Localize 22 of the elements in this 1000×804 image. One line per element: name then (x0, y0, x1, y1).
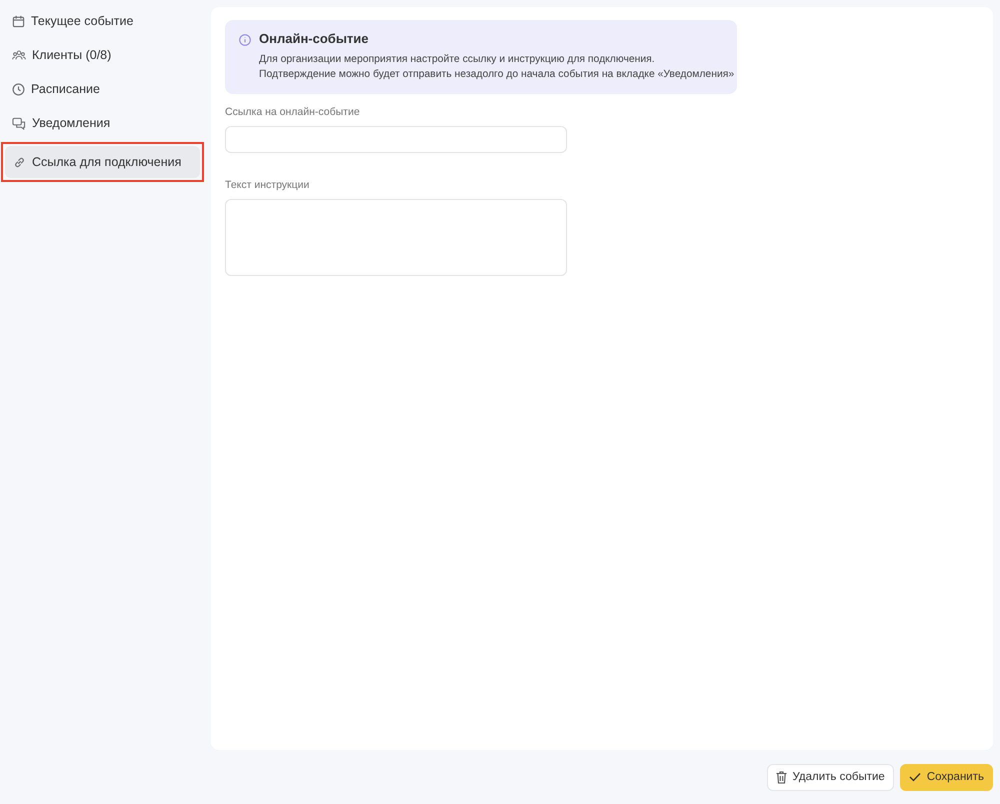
sidebar-item[interactable]: Текущее событие (4, 5, 205, 37)
clock-icon (12, 82, 25, 96)
info-icon (239, 34, 251, 46)
calendar-icon (12, 14, 25, 28)
sidebar-item[interactable]: Клиенты (0/8) (4, 39, 205, 71)
banner-text: Подтверждение можно будет отправить незадолго до начала события на вкладке «Уведомления» (259, 68, 734, 82)
check-icon (908, 772, 921, 782)
delete-button[interactable]: Удалить событие (766, 764, 894, 790)
trash-icon (776, 770, 787, 784)
banner-text: Для организации мероприятия настройте ссылку и инструкцию для подключения. (259, 53, 656, 67)
sidebar-item[interactable]: Уведомления (4, 107, 205, 139)
banner-title: Онлайн-событие (259, 31, 370, 46)
chat-icon (12, 116, 26, 130)
input-field[interactable] (225, 126, 567, 153)
sidebar-item[interactable]: Расписание (4, 73, 205, 105)
link-icon (13, 156, 26, 168)
textarea-field[interactable] (225, 199, 567, 276)
field-label: Текст инструкции (225, 179, 310, 191)
sidebar-item[interactable]: Ссылка для подключения (5, 146, 200, 178)
people-icon (12, 49, 26, 61)
field-label: Ссылка на онлайн-событие (225, 106, 361, 118)
save-button[interactable]: Сохранить (900, 764, 993, 790)
